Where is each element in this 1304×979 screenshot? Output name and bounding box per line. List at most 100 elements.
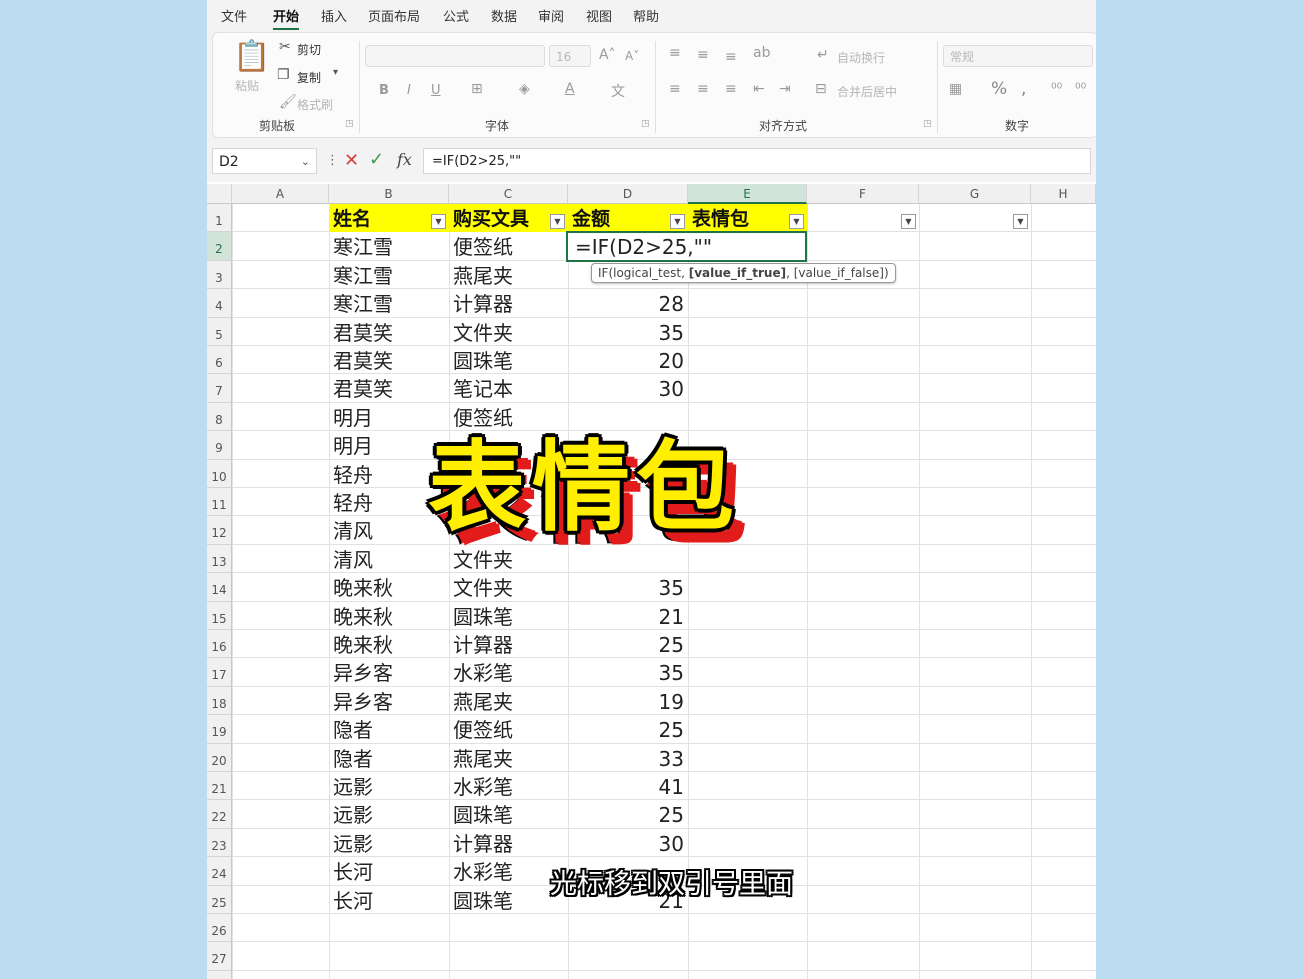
increase-decimal-icon[interactable]: ⁰⁰	[1051, 81, 1062, 97]
cell-name[interactable]: 寒江雪	[333, 232, 445, 260]
row-header[interactable]: 14	[207, 573, 232, 602]
cell-item[interactable]: 计算器	[453, 289, 564, 317]
decrease-indent-icon[interactable]: ⇤	[753, 81, 765, 97]
menu-view[interactable]: 视图	[586, 6, 612, 25]
filter-dropdown-icon[interactable]: ▼	[789, 214, 804, 229]
column-header-e[interactable]: E	[688, 184, 807, 204]
cell-name[interactable]: 长河	[333, 886, 445, 914]
cell-amount[interactable]: 35	[568, 318, 684, 346]
cell-item[interactable]: 燕尾夹	[453, 687, 564, 715]
format-painter-button[interactable]: 格式刷	[297, 96, 333, 113]
borders-icon[interactable]: ⊞	[471, 81, 483, 97]
cell-name[interactable]: 异乡客	[333, 658, 445, 686]
cell-item[interactable]: 便签纸	[453, 232, 564, 260]
column-header-g[interactable]: G	[919, 184, 1031, 204]
cell-item[interactable]: 水彩笔	[453, 658, 564, 686]
row-header[interactable]: 5	[207, 317, 232, 346]
cell-item[interactable]: 水彩笔	[453, 772, 564, 800]
scissors-icon[interactable]: ✂	[279, 39, 291, 55]
cell-item[interactable]: 圆珠笔	[453, 886, 564, 914]
filter-dropdown-icon[interactable]: ▼	[901, 214, 916, 229]
row-header[interactable]: 17	[207, 658, 232, 687]
row-header[interactable]: 22	[207, 800, 232, 829]
align-bottom-icon[interactable]: ≡	[725, 49, 737, 65]
cell-item[interactable]: 燕尾夹	[453, 744, 564, 772]
row-header[interactable]: 25	[207, 885, 232, 914]
row-header[interactable]: 24	[207, 857, 232, 886]
cell-item[interactable]: 便签纸	[453, 715, 564, 743]
bold-icon[interactable]: B	[379, 83, 389, 98]
row-header[interactable]: 9	[207, 431, 232, 460]
row-header[interactable]: 12	[207, 516, 232, 545]
number-format-dropdown[interactable]: 常规	[943, 45, 1093, 67]
cell-name[interactable]: 远影	[333, 800, 445, 828]
row-header[interactable]: 28	[207, 970, 232, 979]
chevron-down-icon[interactable]: ▾	[333, 67, 338, 78]
cell-item[interactable]: 水彩笔	[453, 857, 564, 885]
align-left-icon[interactable]: ≡	[669, 81, 681, 97]
row-header[interactable]: 16	[207, 630, 232, 659]
column-header-h[interactable]: H	[1031, 184, 1096, 204]
row-header[interactable]: 4	[207, 289, 232, 318]
row-header[interactable]: 18	[207, 686, 232, 716]
row-header[interactable]: 19	[207, 715, 232, 744]
paste-icon[interactable]: 📋	[233, 39, 270, 74]
select-all-corner[interactable]	[207, 184, 232, 204]
underline-icon[interactable]: U	[431, 83, 441, 98]
cell-amount[interactable]: 33	[568, 744, 684, 772]
enter-icon[interactable]: ✓	[369, 149, 384, 170]
copy-button[interactable]: 复制	[297, 69, 321, 86]
row-header[interactable]: 21	[207, 772, 232, 801]
row-header[interactable]: 20	[207, 743, 232, 772]
row-header[interactable]: 11	[207, 488, 232, 517]
decrease-decimal-icon[interactable]: ⁰⁰	[1075, 81, 1086, 97]
orientation-icon[interactable]: ab	[753, 45, 770, 61]
cell-item[interactable]: 文件夹	[453, 318, 564, 346]
cell-name[interactable]: 隐者	[333, 715, 445, 743]
cell-name[interactable]: 晚来秋	[333, 602, 445, 630]
menu-file[interactable]: 文件	[221, 6, 247, 25]
dialog-launcher-icon[interactable]: ◳	[641, 119, 650, 129]
more-icon[interactable]: ⋮	[326, 153, 339, 168]
menu-review[interactable]: 审阅	[538, 6, 564, 25]
column-header-a[interactable]: A	[232, 184, 329, 204]
font-name-dropdown[interactable]	[365, 45, 545, 67]
font-color-icon[interactable]: A	[565, 81, 575, 97]
column-header-d[interactable]: D	[568, 184, 688, 204]
cell-amount[interactable]: 30	[568, 374, 684, 402]
dialog-launcher-icon[interactable]: ◳	[923, 119, 932, 129]
increase-indent-icon[interactable]: ⇥	[779, 81, 791, 97]
menu-formulas[interactable]: 公式	[443, 6, 469, 25]
wrap-text-icon[interactable]: ↵	[817, 47, 829, 63]
comma-icon[interactable]: ,	[1021, 79, 1026, 99]
merge-center-button[interactable]: 合并后居中	[837, 83, 897, 100]
row-header[interactable]: 7	[207, 374, 232, 403]
fill-color-icon[interactable]: ◈	[519, 81, 530, 97]
row-header[interactable]: 13	[207, 544, 232, 574]
cell-amount[interactable]: 35	[568, 573, 684, 601]
row-header[interactable]: 2	[207, 232, 232, 261]
cell-item[interactable]: 文件夹	[453, 573, 564, 601]
cell-name[interactable]: 远影	[333, 772, 445, 800]
menu-insert[interactable]: 插入	[321, 6, 347, 25]
cell-amount[interactable]: 20	[568, 346, 684, 374]
cell-item[interactable]: 圆珠笔	[453, 800, 564, 828]
copy-icon[interactable]: ❐	[277, 67, 290, 83]
filter-dropdown-icon[interactable]: ▼	[670, 214, 685, 229]
cell-amount[interactable]: 30	[568, 829, 684, 857]
row-header[interactable]: 3	[207, 260, 232, 290]
row-header[interactable]: 26	[207, 914, 232, 943]
align-center-icon[interactable]: ≡	[697, 81, 709, 97]
cell-name[interactable]: 晚来秋	[333, 573, 445, 601]
row-header[interactable]: 1	[207, 204, 232, 233]
menu-home[interactable]: 开始	[273, 6, 300, 30]
cell-name[interactable]: 长河	[333, 857, 445, 885]
filter-dropdown-icon[interactable]: ▼	[431, 214, 446, 229]
formula-input[interactable]: =IF(D2>25,""	[423, 148, 1091, 174]
align-right-icon[interactable]: ≡	[725, 81, 737, 97]
phonetic-icon[interactable]: 文	[611, 81, 625, 101]
tooltip-current-arg[interactable]: [value_if_true]	[689, 266, 786, 280]
italic-icon[interactable]: I	[407, 83, 411, 98]
cell-item[interactable]: 圆珠笔	[453, 346, 564, 374]
cell-item[interactable]: 笔记本	[453, 374, 564, 402]
